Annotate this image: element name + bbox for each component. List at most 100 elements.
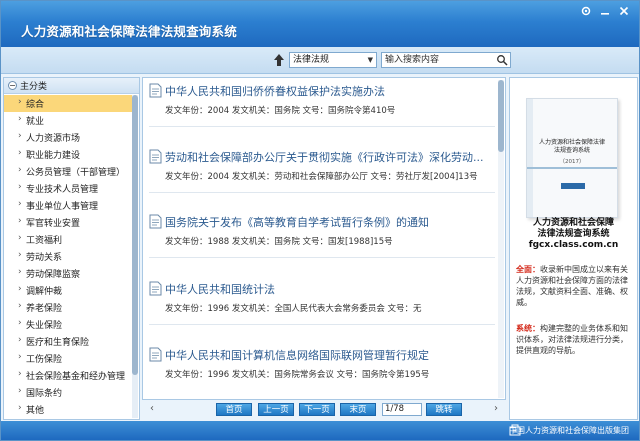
book-cover-year: （2017）	[559, 159, 585, 165]
sidebar-item-label: 医疗和生育保险	[26, 338, 90, 348]
sidebar-root[interactable]: − 主分类	[4, 78, 139, 94]
sidebar-item[interactable]: 调解仲裁	[4, 282, 133, 299]
collapse-icon[interactable]: −	[8, 81, 17, 90]
app-title: 人力资源和社会保障法律法规查询系统	[21, 24, 237, 39]
result-meta: 发文年份：2004 发文机关：国务院 文号：国务院令第410号	[165, 106, 396, 116]
results-scroll-thumb[interactable]	[498, 80, 504, 152]
document-icon	[149, 281, 162, 296]
sidebar-item[interactable]: 就业	[4, 112, 133, 129]
sidebar-item[interactable]: 其他	[4, 401, 133, 418]
category-select-value: 法律法规	[293, 55, 330, 65]
toolbar: 法律法规 ▼	[1, 47, 639, 74]
pagination: ‹ › 首页 上一页 下一页 末页 1/78 跳转	[142, 400, 506, 420]
list-item[interactable]: 中华人民共和国归侨侨眷权益保护法实施办法 发文年份：2004 发文机关：国务院 …	[149, 80, 497, 130]
document-icon	[149, 149, 162, 164]
sidebar-item-label: 劳动关系	[26, 253, 63, 263]
sidebar-item[interactable]: 国际条约	[4, 384, 133, 401]
document-icon	[149, 214, 162, 229]
book-cover-band	[527, 167, 617, 169]
category-sidebar: − 主分类 综合 就业 人力资源市场 职业能力建设 公务员管理（干部管理） 专业…	[3, 77, 140, 420]
result-title[interactable]: 中华人民共和国计算机信息网络国际联网管理暂行规定	[165, 347, 499, 363]
feature-comprehensive: 全面：收录新中国成立以来有关人力资源和社会保障方面的法律法规，文献资料全面、准确…	[516, 264, 632, 308]
sidebar-item[interactable]: 职业能力建设	[4, 146, 133, 163]
status-bar: 中国人力资源和社会保障出版集团	[1, 421, 639, 440]
sidebar-item-label: 军官转业安置	[26, 219, 81, 229]
feature-label: 系统：	[516, 324, 540, 333]
publisher-label: 中国人力资源和社会保障出版集团	[509, 426, 629, 435]
sidebar-item-label: 综合	[26, 100, 45, 110]
divider	[149, 126, 495, 127]
settings-icon[interactable]	[579, 5, 593, 17]
feature-label: 全面：	[516, 265, 540, 274]
chevron-down-icon: ▼	[367, 56, 373, 64]
sidebar-item-label: 工资福利	[26, 236, 63, 246]
result-title[interactable]: 劳动和社会保障部办公厅关于贯彻实施《行政许可法》深化劳动...	[165, 149, 499, 165]
sidebar-item-label: 劳动保障监察	[26, 270, 81, 280]
list-item[interactable]: 国务院关于发布《高等教育自学考试暂行条例》的通知 发文年份：1988 发文机关：…	[149, 211, 497, 261]
list-item[interactable]: 中华人民共和国统计法 发文年份：1996 发文机关：全国人民代表大会常务委员会 …	[149, 278, 497, 328]
scroll-right-icon[interactable]: ›	[494, 403, 498, 414]
document-icon	[149, 347, 162, 362]
search-input[interactable]	[382, 53, 492, 67]
scroll-left-icon[interactable]: ‹	[150, 403, 154, 414]
next-page-button[interactable]: 下一页	[299, 403, 335, 416]
book-cover-image: 人力资源和社会保障法律法规查询系统 （2017）	[526, 98, 618, 218]
prev-page-button[interactable]: 上一页	[258, 403, 294, 416]
sidebar-item[interactable]: 工资福利	[4, 231, 133, 248]
list-item[interactable]: 中华人民共和国计算机信息网络国际联网管理暂行规定 发文年份：1996 发文机关：…	[149, 344, 497, 394]
app-window: 人力资源和社会保障法律法规查询系统 法律法规 ▼ 输入搜索内容 − 主分类 › …	[0, 0, 640, 441]
sidebar-item[interactable]: 劳动关系	[4, 248, 133, 265]
close-icon[interactable]	[617, 5, 631, 17]
search-icon[interactable]	[496, 54, 508, 66]
sidebar-scrollbar[interactable]	[132, 95, 138, 418]
sidebar-item[interactable]: 社会保险基金和经办管理	[4, 367, 133, 384]
document-icon	[149, 83, 162, 98]
sidebar-item[interactable]: 人力资源市场	[4, 129, 133, 146]
book-cover-title: 人力资源和社会保障法律法规查询系统	[538, 139, 605, 154]
sidebar-item-label: 就业	[26, 117, 45, 127]
page-number-input[interactable]: 1/78	[382, 403, 422, 416]
divider	[149, 324, 495, 325]
sidebar-item[interactable]: 综合	[4, 95, 133, 112]
jump-button[interactable]: 跳转	[426, 403, 462, 416]
info-panel: 人力资源和社会保障法律法规查询系统 （2017） 人力资源和社会保障 法律法规查…	[509, 77, 638, 420]
search-box	[381, 52, 511, 68]
sidebar-item-label: 职业能力建设	[26, 151, 81, 161]
divider	[149, 257, 495, 258]
category-select[interactable]: 法律法规 ▼	[289, 52, 377, 68]
list-item[interactable]: 劳动和社会保障部办公厅关于贯彻实施《行政许可法》深化劳动... 发文年份：200…	[149, 146, 497, 196]
sidebar-item[interactable]: 失业保险	[4, 316, 133, 333]
sidebar-item[interactable]: 事业单位人事管理	[4, 197, 133, 214]
sidebar-item[interactable]: 工伤保险	[4, 350, 133, 367]
sidebar-item-label: 社会保险基金和经办管理	[26, 372, 126, 382]
result-meta: 发文年份：2004 发文机关：劳动和社会保障部办公厅 文号：劳社厅发[2004]…	[165, 172, 478, 182]
sidebar-item-label: 调解仲裁	[26, 287, 63, 297]
minimize-icon[interactable]	[598, 5, 612, 17]
results-scrollbar[interactable]	[498, 80, 504, 398]
sidebar-item[interactable]: 劳动保障监察	[4, 265, 133, 282]
result-title[interactable]: 国务院关于发布《高等教育自学考试暂行条例》的通知	[165, 214, 499, 230]
sidebar-item-label: 公务员管理（干部管理）	[26, 168, 126, 178]
sidebar-item-label: 工伤保险	[26, 355, 63, 365]
result-meta: 发文年份：1996 发文机关：国务院常务会议 文号：国务院令第195号	[165, 370, 430, 380]
feature-systematic: 系统：构建完整的业务体系和知识体系，对法律法规进行分类，提供直观的导航。	[516, 323, 632, 356]
sidebar-item[interactable]: 军官转业安置	[4, 214, 133, 231]
result-meta: 发文年份：1988 发文机关：国务院 文号：国发[1988]15号	[165, 237, 393, 247]
results-list: 中华人民共和国归侨侨眷权益保护法实施办法 发文年份：2004 发文机关：国务院 …	[142, 77, 506, 400]
up-arrow-icon[interactable]	[273, 53, 285, 67]
sidebar-item-label: 人力资源市场	[26, 134, 81, 144]
window-controls	[579, 5, 631, 17]
result-title[interactable]: 中华人民共和国统计法	[165, 281, 499, 297]
sidebar-list: 综合 就业 人力资源市场 职业能力建设 公务员管理（干部管理） 专业技术人员管理…	[4, 95, 133, 418]
sidebar-item[interactable]: 医疗和生育保险	[4, 333, 133, 350]
first-page-button[interactable]: 首页	[216, 403, 252, 416]
sidebar-scroll-thumb[interactable]	[132, 95, 138, 375]
result-meta: 发文年份：1996 发文机关：全国人民代表大会常务委员会 文号：无	[165, 304, 422, 314]
sidebar-item[interactable]: 养老保险	[4, 299, 133, 316]
last-page-button[interactable]: 末页	[340, 403, 376, 416]
sidebar-item[interactable]: 专业技术人员管理	[4, 180, 133, 197]
product-name-line2: 法律法规查询系统	[537, 229, 610, 239]
product-url[interactable]: fgcx.class.com.cn	[510, 240, 637, 250]
result-title[interactable]: 中华人民共和国归侨侨眷权益保护法实施办法	[165, 83, 499, 99]
sidebar-item[interactable]: 公务员管理（干部管理）	[4, 163, 133, 180]
